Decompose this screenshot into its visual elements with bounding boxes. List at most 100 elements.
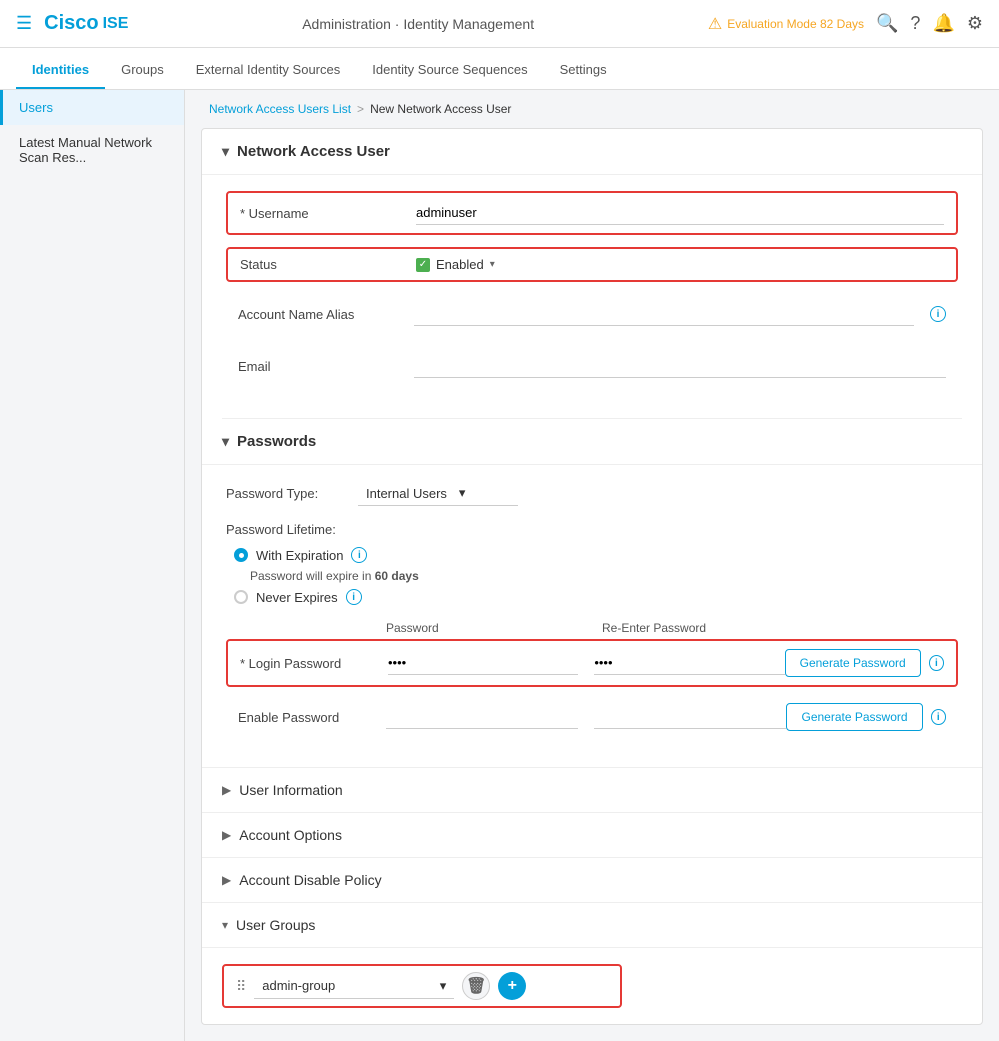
password-lifetime-label: Password Lifetime: — [226, 522, 958, 537]
main-layout: Users Latest Manual Network Scan Res... … — [0, 90, 999, 1041]
enable-password-input-wrap — [386, 705, 578, 729]
with-expiration-radio[interactable] — [234, 548, 248, 562]
never-expires-radio[interactable] — [234, 590, 248, 604]
account-options-label: Account Options — [239, 827, 342, 843]
network-access-user-header[interactable]: ▾ Network Access User — [202, 129, 982, 175]
login-password-row: * Login Password Generate Password i — [226, 639, 958, 687]
login-password-input[interactable] — [388, 651, 578, 674]
login-password-info-icon[interactable]: i — [929, 655, 944, 671]
product-name: ISE — [103, 15, 129, 33]
user-information-header[interactable]: ▶ User Information — [202, 768, 982, 812]
user-groups-title: User Groups — [236, 917, 315, 933]
username-row: * Username — [226, 191, 958, 235]
passwords-body: Password Type: Internal Users ▾ Password… — [202, 465, 982, 767]
tab-settings[interactable]: Settings — [544, 52, 623, 89]
user-groups-header[interactable]: ▾ User Groups — [202, 903, 982, 947]
password-type-select[interactable]: Internal Users ▾ — [358, 481, 518, 506]
help-icon[interactable]: ? — [910, 13, 920, 34]
expire-note-prefix: Password will expire in — [250, 569, 375, 583]
add-group-button[interactable]: + — [498, 972, 526, 1000]
sidebar-item-latest-manual[interactable]: Latest Manual Network Scan Res... — [0, 125, 184, 175]
tab-external-identity-sources[interactable]: External Identity Sources — [180, 52, 357, 89]
re-enter-col-header: Re-Enter Password — [602, 621, 802, 635]
login-password-label-text: * Login Password — [240, 656, 341, 671]
drag-handle-icon[interactable]: ⠿ — [236, 978, 246, 995]
top-nav-actions: ⚠ Evaluation Mode 82 Days 🔍 ? 🔔 ⚙ — [708, 13, 983, 34]
password-fields: Password Re-Enter Password * Login Passw… — [226, 621, 958, 739]
group-select[interactable]: admin-group ▾ — [254, 974, 454, 999]
with-expiration-row: With Expiration i — [234, 547, 958, 563]
account-disable-policy-header[interactable]: ▶ Account Disable Policy — [202, 858, 982, 902]
user-information-section: ▶ User Information — [202, 767, 982, 812]
with-expiration-info-icon[interactable]: i — [351, 547, 367, 563]
generate-enable-password-button[interactable]: Generate Password — [786, 703, 922, 731]
never-expires-label: Never Expires — [256, 590, 338, 605]
enable-password-row: Enable Password Generate Password i — [226, 695, 958, 739]
expire-days: 60 days — [375, 569, 419, 583]
status-field: ✓ Enabled ▾ — [416, 257, 944, 272]
delete-group-button[interactable]: 🗑 — [462, 972, 490, 1000]
breadcrumb: Network Access Users List > New Network … — [185, 90, 999, 128]
email-field — [414, 354, 946, 378]
breadcrumb-current: New Network Access User — [370, 102, 511, 116]
account-alias-info-icon[interactable]: i — [930, 306, 946, 322]
username-value — [416, 201, 944, 225]
enable-password-re-input[interactable] — [594, 705, 786, 728]
plus-icon: + — [508, 977, 517, 995]
user-groups-body: ⠿ admin-group ▾ 🗑 + — [202, 947, 982, 1024]
tab-groups[interactable]: Groups — [105, 52, 180, 89]
status-label: Status — [240, 257, 400, 272]
email-row: Email — [226, 346, 958, 386]
search-icon[interactable]: 🔍 — [876, 13, 898, 34]
generate-login-password-button[interactable]: Generate Password — [785, 649, 921, 677]
login-password-label: * Login Password — [240, 656, 388, 671]
passwords-title: Passwords — [237, 433, 316, 450]
tab-identities[interactable]: Identities — [16, 52, 105, 89]
password-col-header: Password — [386, 621, 586, 635]
status-dropdown[interactable]: ✓ Enabled ▾ — [416, 257, 944, 272]
settings-icon[interactable]: ⚙ — [967, 13, 983, 34]
password-type-chevron-icon: ▾ — [459, 485, 466, 501]
account-options-header[interactable]: ▶ Account Options — [202, 813, 982, 857]
email-input[interactable] — [414, 354, 946, 378]
passwords-header[interactable]: ▾ Passwords — [202, 419, 982, 465]
account-name-alias-label: Account Name Alias — [238, 307, 398, 322]
account-disable-policy-label: Account Disable Policy — [239, 872, 381, 888]
collapse-icon: ▾ — [222, 143, 229, 160]
never-expires-row: Never Expires i — [234, 589, 958, 605]
sidebar-item-users[interactable]: Users — [0, 90, 184, 125]
status-chevron-icon: ▾ — [490, 259, 495, 270]
enable-password-info-icon[interactable]: i — [931, 709, 946, 725]
network-access-user-body: * Username Status ✓ Enabled ▾ — [202, 175, 982, 418]
group-chevron-icon: ▾ — [440, 978, 447, 994]
trash-icon: 🗑 — [466, 976, 486, 996]
top-nav: ☰ Cisco ISE Administration · Identity Ma… — [0, 0, 999, 48]
page-title: Administration · Identity Management — [128, 16, 708, 32]
notifications-icon[interactable]: 🔔 — [932, 13, 954, 34]
sidebar: Users Latest Manual Network Scan Res... — [0, 90, 185, 1041]
account-name-alias-field — [414, 302, 914, 326]
network-access-user-section: ▾ Network Access User * Username Status — [202, 129, 982, 418]
account-name-alias-input[interactable] — [414, 302, 914, 326]
tab-identity-source-sequences[interactable]: Identity Source Sequences — [356, 52, 543, 89]
hamburger-icon[interactable]: ☰ — [16, 13, 32, 34]
account-name-alias-row: Account Name Alias i — [226, 294, 958, 334]
with-expiration-label: With Expiration — [256, 548, 343, 563]
password-type-value: Internal Users — [366, 486, 447, 501]
username-input[interactable] — [416, 201, 944, 225]
pw-expire-note: Password will expire in 60 days — [250, 569, 958, 583]
cisco-brand: Cisco — [44, 12, 98, 35]
network-access-user-title: Network Access User — [237, 143, 390, 160]
group-value: admin-group — [262, 978, 335, 993]
status-checkbox: ✓ — [416, 258, 430, 272]
status-text: Enabled — [436, 257, 484, 272]
eval-badge: ⚠ Evaluation Mode 82 Days — [708, 14, 864, 34]
enable-password-input[interactable] — [386, 705, 578, 728]
never-expires-info-icon[interactable]: i — [346, 589, 362, 605]
breadcrumb-separator: > — [357, 102, 364, 116]
login-password-re-input[interactable] — [594, 651, 784, 674]
passwords-section: ▾ Passwords Password Type: Internal User… — [202, 419, 982, 767]
account-options-section: ▶ Account Options — [202, 812, 982, 857]
tab-nav: Identities Groups External Identity Sour… — [0, 48, 999, 90]
breadcrumb-link[interactable]: Network Access Users List — [209, 102, 351, 116]
